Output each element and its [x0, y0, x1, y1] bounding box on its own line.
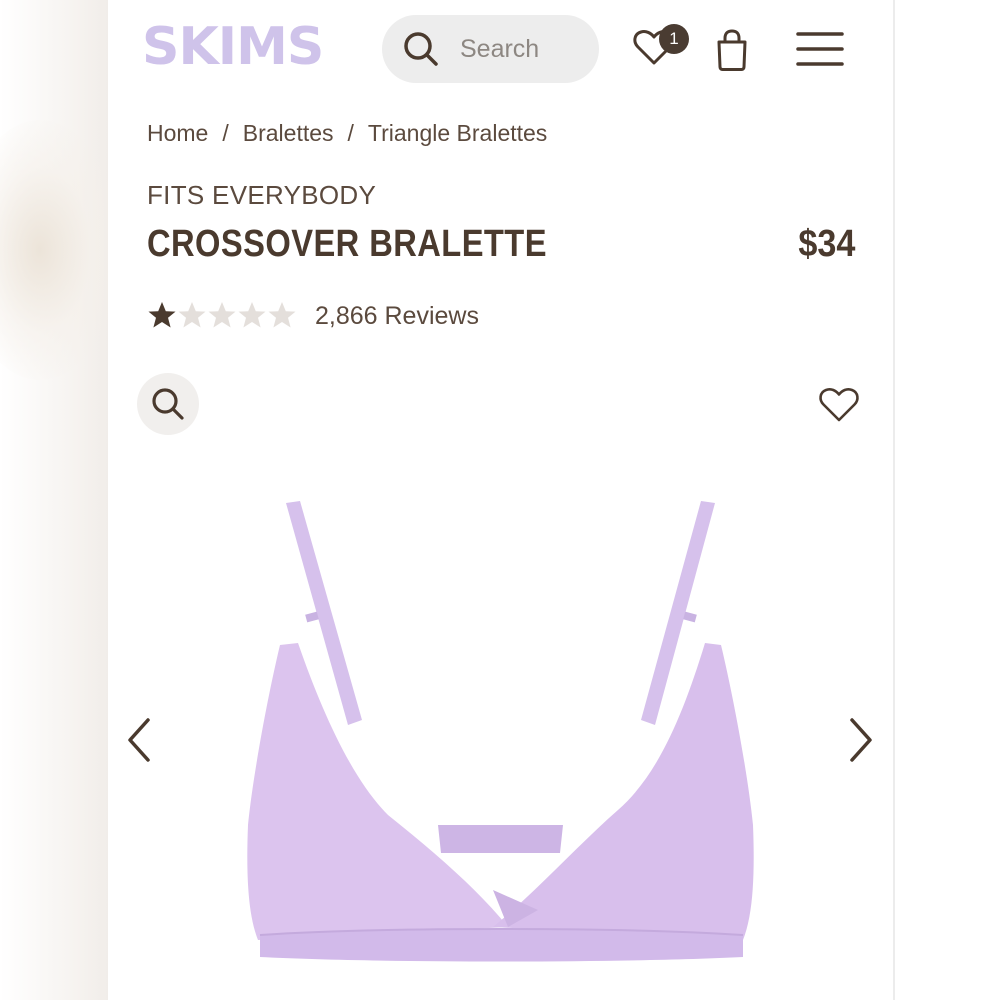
product-price: $34 [797, 223, 855, 265]
heart-outline-icon[interactable] [818, 384, 860, 424]
star-empty-icon [238, 302, 266, 328]
right-edge-divider [893, 0, 895, 1000]
search-input[interactable]: Search [382, 15, 599, 83]
product-image-bralette [247, 501, 754, 962]
product-title: CROSSOVER BRALETTE [147, 223, 547, 265]
chevron-right-icon[interactable] [846, 716, 876, 764]
breadcrumb-triangle-bralettes[interactable]: Triangle Bralettes [368, 120, 547, 146]
breadcrumb-separator: / [222, 120, 229, 146]
breadcrumb-bralettes[interactable]: Bralettes [243, 120, 334, 146]
star-empty-icon [268, 302, 296, 328]
product-page: SKIMS Search 1 Home / Bralettes / Triangle B… [0, 0, 1000, 1000]
breadcrumb-separator: / [347, 120, 354, 146]
zoom-button[interactable] [137, 373, 199, 435]
star-empty-icon [178, 302, 206, 328]
brand-logo[interactable]: SKIMS [142, 17, 324, 77]
chevron-left-icon[interactable] [124, 716, 154, 764]
star-rating [148, 302, 296, 328]
search-placeholder: Search [460, 35, 540, 63]
shopping-bag-icon[interactable] [714, 28, 750, 72]
wishlist-count-badge: 1 [659, 24, 689, 54]
zoom-icon [152, 388, 184, 420]
breadcrumb: Home / Bralettes / Triangle Bralettes [147, 118, 547, 148]
main-content: SKIMS Search 1 Home / Bralettes / Triangle B… [108, 0, 893, 1000]
collection-label: FITS EVERYBODY [147, 180, 377, 210]
search-icon [404, 32, 438, 66]
rating-summary[interactable]: 2,866 Reviews [147, 298, 479, 334]
star-filled-icon [148, 302, 176, 328]
star-empty-icon [208, 302, 236, 328]
reviews-link[interactable]: 2,866 Reviews [315, 300, 479, 332]
hamburger-menu-icon[interactable] [796, 30, 844, 68]
breadcrumb-home[interactable]: Home [147, 120, 208, 146]
